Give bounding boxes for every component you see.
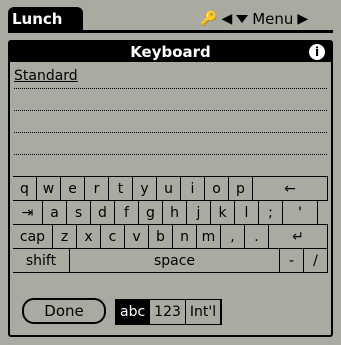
key-row2-6[interactable]: h: [163, 201, 187, 224]
text-line: [14, 110, 327, 111]
key-row4-0[interactable]: shift: [13, 249, 70, 272]
keyboard-row-1: q w e r t y u i o p ←: [13, 176, 328, 200]
key-row1-7[interactable]: i: [181, 177, 205, 200]
key-row3-4[interactable]: v: [125, 225, 149, 248]
keyboard-mode-group: abc 123 Int'l: [115, 299, 223, 325]
app-tab[interactable]: Lunch: [8, 7, 83, 32]
status-area: 🔑 ◀ Menu ▶: [200, 7, 308, 31]
done-button[interactable]: Done: [22, 298, 106, 324]
key-row1-9[interactable]: p: [229, 177, 253, 200]
key-row1-3[interactable]: r: [85, 177, 109, 200]
key-row2-7[interactable]: j: [187, 201, 211, 224]
key-row1-8[interactable]: o: [205, 177, 229, 200]
menu-label: Menu: [252, 10, 294, 28]
text-line: [14, 132, 327, 133]
key-row3-2[interactable]: x: [77, 225, 101, 248]
key-row4-3[interactable]: /: [304, 249, 328, 272]
key-row2-0[interactable]: ⇥: [13, 201, 43, 224]
keyboard-row-3: cap z x c v b n m,. ↵: [13, 224, 328, 248]
key-row4-2[interactable]: -: [280, 249, 304, 272]
key-row1-6[interactable]: u: [157, 177, 181, 200]
menu-button[interactable]: Menu: [236, 10, 293, 28]
key-row3-8[interactable]: ,: [221, 225, 245, 248]
text-value: Standard: [14, 68, 78, 84]
key-row3-6[interactable]: n: [173, 225, 197, 248]
key-row3-7[interactable]: m: [197, 225, 221, 248]
window-title: Keyboard i: [10, 42, 331, 62]
key-row1-10[interactable]: ←: [253, 177, 328, 200]
window-title-text: Keyboard: [130, 43, 211, 61]
key-row3-9[interactable]: .: [245, 225, 269, 248]
text-line: [14, 88, 327, 89]
info-icon[interactable]: i: [309, 44, 325, 60]
key-row2-5[interactable]: g: [139, 201, 163, 224]
lock-key-icon: 🔑: [200, 11, 218, 27]
key-row2-1[interactable]: a: [43, 201, 67, 224]
text-line: [14, 154, 327, 155]
mode-1[interactable]: 123: [150, 300, 186, 324]
mode-0[interactable]: abc: [116, 300, 151, 324]
key-row2-2[interactable]: s: [67, 201, 91, 224]
text-entry-area[interactable]: Standard: [14, 68, 327, 188]
scroll-right-icon: ▶: [297, 11, 309, 27]
keyboard-window: Keyboard i Standard q w e r t y u i o p ← ⇥ a s d f g h j…: [8, 40, 333, 337]
key-row3-5[interactable]: b: [149, 225, 173, 248]
key-row1-4[interactable]: t: [109, 177, 133, 200]
key-row2-10[interactable]: ;: [259, 201, 283, 224]
key-row4-1[interactable]: space: [70, 249, 280, 272]
on-screen-keyboard: q w e r t y u i o p ← ⇥ a s d f g h j k l; ' cap z x c v b n m,. ↵ s…: [13, 176, 328, 273]
key-row1-5[interactable]: y: [133, 177, 157, 200]
key-row1-2[interactable]: e: [61, 177, 85, 200]
key-row2-8[interactable]: k: [211, 201, 235, 224]
key-row1-0[interactable]: q: [13, 177, 37, 200]
key-row1-1[interactable]: w: [37, 177, 61, 200]
key-row2-9[interactable]: l: [235, 201, 259, 224]
key-row2-4[interactable]: f: [115, 201, 139, 224]
key-row2-3[interactable]: d: [91, 201, 115, 224]
key-row3-0[interactable]: cap: [13, 225, 53, 248]
key-row3-10[interactable]: ↵: [269, 225, 328, 248]
mode-2[interactable]: Int'l: [186, 300, 222, 324]
chevron-down-icon: [236, 15, 249, 23]
keyboard-row-4: shift space - /: [13, 248, 328, 273]
keyboard-row-2: ⇥ a s d f g h j k l; ': [13, 200, 328, 224]
key-row3-3[interactable]: c: [101, 225, 125, 248]
key-row2-11[interactable]: ': [283, 201, 318, 224]
bottom-controls: Done abc 123 Int'l: [10, 290, 331, 335]
volume-icon: ◀: [221, 11, 233, 27]
key-row3-1[interactable]: z: [53, 225, 77, 248]
